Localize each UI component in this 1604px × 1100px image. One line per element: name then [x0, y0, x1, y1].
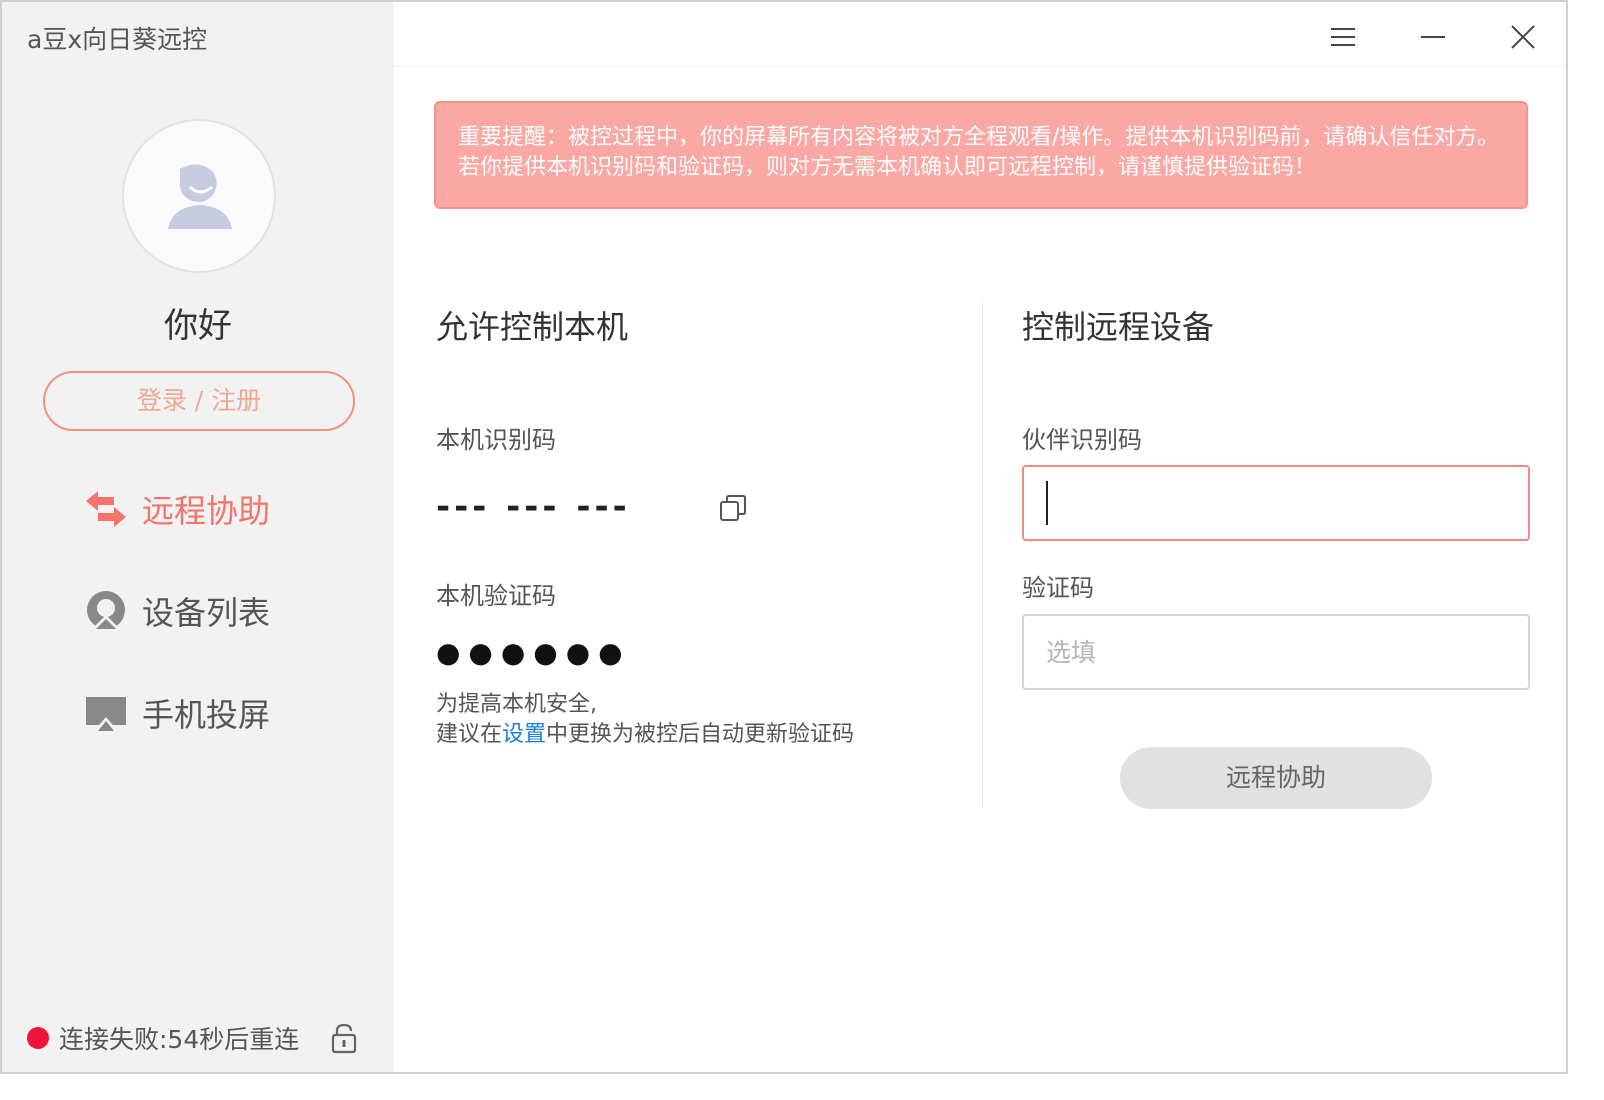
user-avatar-icon — [168, 164, 232, 229]
local-code-value: ●●●●●● — [436, 636, 631, 669]
status-text: 连接失败:54秒后重连 — [59, 1025, 300, 1054]
screen-mirror-icon — [84, 691, 128, 735]
partner-id-input[interactable] — [1024, 467, 1528, 539]
nav-label: 远程协助 — [142, 492, 271, 530]
nav-label: 手机投屏 — [142, 696, 271, 734]
local-id-value: --- --- --- — [436, 487, 631, 527]
verify-code-label: 验证码 — [1022, 574, 1094, 602]
status-dot-icon — [27, 1027, 49, 1049]
hint-line-2: 建议在设置中更换为被控后自动更新验证码 — [436, 720, 854, 750]
remote-assist-button[interactable]: 远程协助 — [1120, 747, 1432, 809]
remote-assist-icon — [84, 487, 128, 531]
partner-id-label: 伙伴识别码 — [1022, 426, 1142, 454]
lock-icon[interactable] — [330, 1022, 358, 1058]
verify-code-input[interactable] — [1024, 616, 1528, 688]
titlebar-divider — [394, 66, 1566, 67]
sidebar: a豆x向日葵远控 你好 登录 / 注册 远程协助 设备列表 手机投屏 连接失败:… — [2, 2, 394, 1072]
device-list-icon — [84, 589, 128, 633]
copy-icon[interactable] — [718, 493, 748, 527]
local-id-label: 本机识别码 — [436, 426, 556, 454]
greeting-text: 你好 — [164, 306, 232, 346]
nav-label: 设备列表 — [142, 594, 271, 632]
nav-item-device-list[interactable]: 设备列表 — [84, 586, 270, 636]
login-register-button[interactable]: 登录 / 注册 — [43, 371, 355, 431]
text-caret — [1046, 481, 1048, 525]
remote-control-title: 控制远程设备 — [1022, 308, 1215, 346]
hint-suffix: 中更换为被控后自动更新验证码 — [546, 722, 855, 747]
hint-prefix: 建议在 — [436, 722, 503, 747]
menu-icon[interactable] — [1328, 22, 1358, 52]
verify-code-field[interactable] — [1022, 614, 1530, 690]
security-hint: 为提高本机安全, 建议在设置中更换为被控后自动更新验证码 — [436, 690, 854, 750]
nav-item-remote-assist[interactable]: 远程协助 — [84, 484, 270, 534]
local-code-label: 本机验证码 — [436, 582, 556, 610]
security-warning-banner: 重要提醒：被控过程中，你的屏幕所有内容将被对方全程观看/操作。提供本机识别码前，… — [434, 101, 1528, 209]
app-title: a豆x向日葵远控 — [27, 25, 208, 54]
hint-line-1: 为提高本机安全, — [436, 692, 597, 717]
nav-item-screen-mirror[interactable]: 手机投屏 — [84, 688, 270, 738]
allow-control-title: 允许控制本机 — [436, 308, 629, 346]
partner-id-field[interactable] — [1022, 465, 1530, 541]
minimize-icon[interactable] — [1418, 22, 1448, 52]
connection-status: 连接失败:54秒后重连 — [27, 1020, 299, 1056]
panel-divider — [982, 300, 983, 808]
avatar[interactable] — [122, 119, 276, 273]
settings-link[interactable]: 设置 — [502, 722, 546, 747]
close-icon[interactable] — [1508, 22, 1538, 52]
app-window: a豆x向日葵远控 你好 登录 / 注册 远程协助 设备列表 手机投屏 连接失败:… — [0, 0, 1568, 1074]
